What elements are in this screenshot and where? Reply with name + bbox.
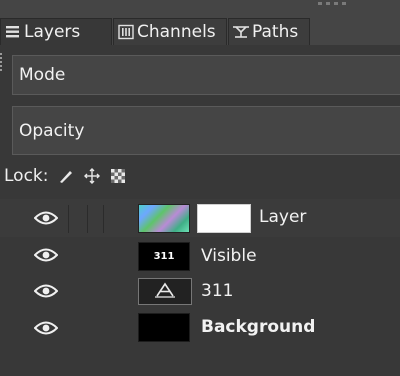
drag-grip[interactable] bbox=[334, 2, 338, 5]
lock-label: Lock: bbox=[4, 166, 49, 186]
layer-row[interactable]: 311 Visible bbox=[0, 238, 400, 276]
layer-thumbnail bbox=[138, 204, 190, 233]
lock-alpha-icon[interactable] bbox=[109, 167, 127, 185]
layer-name: Layer bbox=[259, 207, 307, 227]
layer-name: Visible bbox=[201, 246, 257, 266]
paths-icon bbox=[232, 23, 250, 41]
layer-thumbnail bbox=[138, 313, 190, 342]
column-divider bbox=[87, 205, 88, 233]
mode-dropdown[interactable]: Mode bbox=[12, 55, 400, 95]
column-divider bbox=[103, 205, 104, 233]
drag-grip[interactable] bbox=[318, 2, 322, 5]
tab-channels[interactable]: Channels bbox=[113, 18, 227, 45]
layer-thumbnail: 311 bbox=[138, 242, 190, 271]
tab-paths[interactable]: Paths bbox=[228, 18, 310, 45]
layer-row[interactable]: Layer bbox=[0, 199, 400, 237]
layer-row[interactable]: 311 bbox=[0, 274, 400, 312]
thumbnail-text: 311 bbox=[153, 251, 175, 262]
dock-tabs: Layers Channels Paths bbox=[0, 16, 400, 45]
opacity-slider[interactable]: Opacity bbox=[12, 106, 400, 155]
drag-grip[interactable] bbox=[326, 2, 330, 5]
layer-name: Background bbox=[201, 317, 316, 337]
layer-row[interactable]: Background bbox=[0, 310, 400, 348]
opacity-label: Opacity bbox=[19, 120, 85, 141]
lock-position-icon[interactable] bbox=[83, 167, 101, 185]
layer-name: 311 bbox=[201, 281, 234, 301]
panel-top-bar bbox=[0, 0, 400, 16]
lock-pixels-icon[interactable] bbox=[57, 167, 75, 185]
eye-icon[interactable] bbox=[33, 319, 59, 337]
tab-label: Channels bbox=[137, 22, 216, 42]
dock-handle[interactable] bbox=[0, 53, 4, 71]
tab-label: Paths bbox=[252, 22, 299, 42]
drag-grip[interactable] bbox=[342, 2, 346, 5]
eye-icon[interactable] bbox=[33, 246, 59, 264]
lock-row: Lock: bbox=[0, 164, 400, 188]
mode-label: Mode bbox=[19, 65, 66, 85]
column-divider bbox=[68, 205, 69, 233]
tab-bar-empty bbox=[310, 16, 400, 45]
layers-icon bbox=[4, 23, 22, 41]
layer-thumbnail bbox=[138, 278, 192, 305]
layer-mask-thumbnail bbox=[197, 204, 251, 233]
tab-label: Layers bbox=[24, 22, 81, 42]
eye-icon[interactable] bbox=[33, 209, 59, 227]
tab-layers[interactable]: Layers bbox=[0, 18, 112, 45]
text-layer-icon bbox=[154, 282, 176, 302]
eye-icon[interactable] bbox=[33, 282, 59, 300]
channels-icon bbox=[117, 23, 135, 41]
